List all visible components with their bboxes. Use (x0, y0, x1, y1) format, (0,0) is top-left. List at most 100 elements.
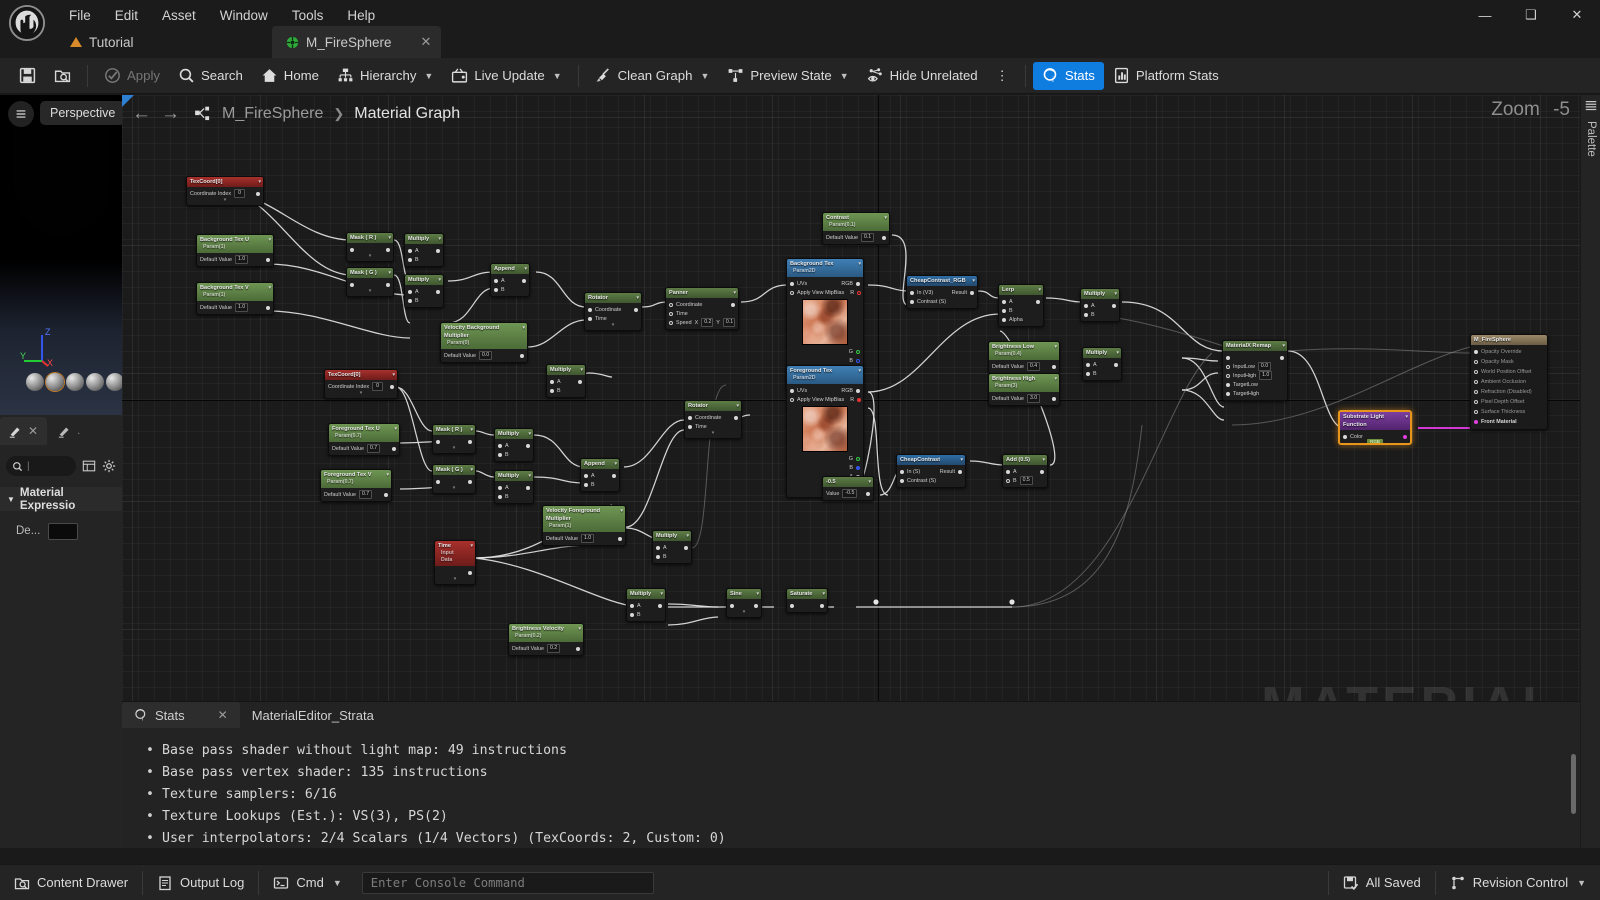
input-pin[interactable] (584, 473, 588, 478)
chevron-down-icon[interactable]: ▾ (1282, 342, 1285, 350)
node-pin-row[interactable]: A (584, 471, 616, 480)
menu-window[interactable]: Window (209, 4, 279, 27)
chevron-down-icon[interactable]: ▾ (884, 214, 887, 222)
graph-node-mul1[interactable]: Multiply ▾ A B (404, 233, 444, 267)
save-button[interactable] (10, 62, 45, 90)
graph-node-mul9[interactable]: Multiply ▾ A B (626, 588, 666, 622)
graph-node-panner[interactable]: Panner ▾ Coordinate Time Speed X 0.2 Y 0.1 (665, 287, 739, 330)
graph-node-maskG2[interactable]: Mask ( G ) ▾ ▾ (432, 464, 476, 494)
node-pin-row[interactable]: A (656, 543, 688, 552)
node-expand-chevron-icon[interactable]: ▾ (730, 610, 758, 615)
output-pin[interactable] (882, 235, 886, 240)
output-node-pin[interactable] (1474, 390, 1478, 394)
chevron-down-icon[interactable]: ▾ (470, 542, 473, 550)
output-pin[interactable] (386, 247, 390, 252)
input-pin[interactable] (910, 299, 914, 304)
chevron-down-icon[interactable]: ▾ (756, 590, 759, 598)
chevron-down-icon[interactable]: ▾ (438, 235, 441, 243)
output-pin[interactable] (578, 379, 582, 384)
graph-node-maskR2[interactable]: Mask ( R ) ▾ ▾ (432, 424, 476, 454)
output-pin[interactable] (1052, 364, 1056, 369)
input-pin[interactable] (900, 469, 904, 474)
input-pin[interactable] (494, 287, 498, 292)
input-pin[interactable] (498, 452, 502, 457)
node-expand-chevron-icon[interactable]: ▾ (438, 577, 472, 582)
input-pin[interactable] (630, 603, 634, 608)
chevron-down-icon[interactable]: ▾ (972, 277, 975, 285)
input-pin[interactable] (1226, 382, 1230, 387)
graph-node-mul7[interactable]: Multiply ▾ A B (546, 364, 586, 398)
graph-node-mul5[interactable]: Multiply ▾ A B (494, 428, 534, 462)
viewport-menu-button[interactable] (8, 101, 34, 127)
input-pin[interactable] (669, 302, 673, 307)
graph-node-maskR1[interactable]: Mask ( R ) ▾ ▾ (346, 232, 394, 262)
graph-node-velfg[interactable]: Velocity Foreground Multiplier ▾ Param(1) D… (542, 505, 626, 546)
input-pin[interactable] (1226, 355, 1230, 360)
hierarchy-button[interactable]: Hierarchy ▼ (328, 62, 442, 90)
node-expand-chevron-icon[interactable]: ▾ (688, 431, 738, 436)
node-pin-row[interactable]: Coordinate (688, 413, 738, 422)
forward-button[interactable]: → (161, 103, 180, 125)
graph-node-add05[interactable]: Add (0.5) ▾ A B 0.5 (1002, 454, 1048, 488)
chevron-down-icon[interactable]: ▾ (528, 430, 531, 438)
graph-node-bgtexu[interactable]: Background Tex U ▾ Param(1) Default Value 1.… (196, 234, 274, 267)
input-pin[interactable] (498, 485, 502, 490)
stats-panel-close-icon[interactable]: ✕ (218, 708, 228, 722)
input-pin[interactable] (669, 320, 673, 325)
node-pin-row[interactable]: G (790, 454, 860, 463)
pin-value-field[interactable]: 0 (234, 189, 246, 198)
graph-node-mul3[interactable]: Multiply ▾ A B (1080, 288, 1120, 322)
node-pin-row[interactable]: A (498, 483, 530, 492)
chevron-down-icon[interactable]: ▾ (686, 532, 689, 540)
node-pin-row[interactable]: Time (669, 309, 735, 318)
chevron-down-icon[interactable]: ▾ (620, 507, 623, 515)
revision-control-button[interactable]: Revision Control ▼ (1436, 865, 1600, 900)
graph-node-bgtexv[interactable]: Background Tex V ▾ Param(1) Default Value 1.… (196, 282, 274, 315)
input-pin[interactable] (900, 478, 904, 483)
apply-button[interactable]: Apply (95, 62, 169, 90)
input-pin[interactable] (1002, 308, 1006, 313)
output-node-pin-row[interactable]: Pixel Depth Offset (1474, 397, 1544, 407)
input-pin[interactable] (498, 443, 502, 448)
chevron-down-icon[interactable]: ▾ (614, 460, 617, 468)
chevron-down-icon[interactable]: ▾ (1054, 343, 1057, 351)
platform-stats-button[interactable]: Platform Stats (1104, 62, 1228, 90)
clean-graph-button[interactable]: Clean Graph ▼ (586, 62, 719, 90)
output-pin[interactable] (522, 278, 526, 283)
output-node-pin[interactable] (1474, 360, 1478, 364)
unreal-engine-logo-icon[interactable] (8, 4, 46, 42)
home-button[interactable]: Home (252, 62, 328, 90)
node-pin-row[interactable]: A (1006, 467, 1044, 476)
node-pin-row[interactable]: Speed X 0.2 Y 0.1 (669, 318, 735, 327)
pin-value-field[interactable]: 0 (372, 382, 384, 391)
graph-node-brightlow[interactable]: Brightness Low ▾ Param(0.4) Default Value 0.… (988, 341, 1060, 374)
graph-node-negpoint5[interactable]: -0.5 ▾ Value -0.5 (822, 476, 874, 501)
node-pin-row[interactable]: Coordinate (588, 305, 638, 314)
node-pin-row[interactable]: B (630, 610, 662, 619)
output-pin[interactable] (1036, 299, 1040, 304)
tab-m-firesphere[interactable]: M_FireSphere ✕ (272, 26, 442, 58)
pin-value-field[interactable]: 0.0 (478, 351, 493, 360)
node-pin-row[interactable]: A (1084, 301, 1116, 310)
tab-tutorial[interactable]: Tutorial (56, 26, 148, 58)
node-pin-row[interactable]: InputHigh 1.0 (1226, 371, 1284, 380)
node-pin-row[interactable]: Default Value 3.0 (992, 394, 1056, 403)
node-pin-row[interactable]: Contrast (S) (900, 476, 962, 485)
material-preview-viewport[interactable]: Perspective Z Y X (0, 95, 122, 415)
secondary-tab[interactable]: . (49, 417, 89, 445)
chevron-down-icon[interactable]: ▾ (470, 466, 473, 474)
menu-asset[interactable]: Asset (151, 4, 207, 27)
pin-value-field[interactable]: 0.0 (1257, 362, 1272, 371)
node-pin-row[interactable]: B (498, 492, 530, 501)
chevron-down-icon[interactable]: ▾ (524, 265, 527, 273)
input-pin[interactable] (656, 554, 660, 559)
output-pin[interactable] (266, 305, 270, 310)
node-pin-row[interactable]: B (584, 480, 616, 489)
menu-tools[interactable]: Tools (281, 4, 335, 27)
chevron-down-icon[interactable]: ▾ (268, 236, 271, 244)
gear-icon[interactable] (102, 459, 116, 473)
stats-panel-tab-stats[interactable]: i Stats ✕ (122, 702, 240, 728)
node-pin-row[interactable]: A (498, 441, 530, 450)
node-pin-row[interactable]: A (1002, 297, 1040, 306)
chevron-down-icon[interactable]: ▾ (858, 367, 861, 375)
